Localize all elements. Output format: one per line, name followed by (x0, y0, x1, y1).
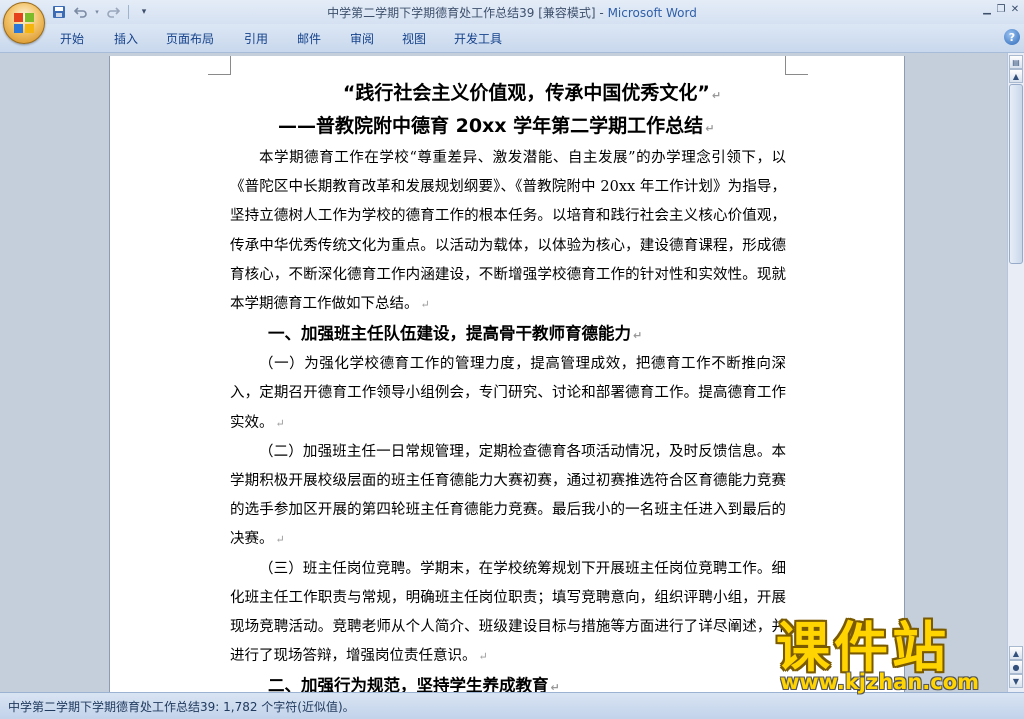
watermark-title: 课件站 (776, 616, 950, 679)
section-heading-2: 二、加强行为规范，坚持学生养成教育 ↵ (268, 676, 560, 692)
tab-references[interactable]: 引用 (244, 30, 268, 47)
status-word-count[interactable]: 中学第二学期下学期德育处工作总结39: 1,782 个字符(近似值)。 (8, 698, 355, 715)
ribbon-tab-bar: 开始 插入 页面布局 引用 邮件 审阅 视图 开发工具 ? (0, 24, 1024, 53)
close-icon[interactable]: ✕ (1008, 2, 1022, 16)
window-title: 中学第二学期下学期德育处工作总结39 [兼容模式] - Microsoft Wo… (0, 4, 1024, 21)
document-title-line1: “践行社会主义价值观，传承中国优秀文化” ↵ (342, 82, 722, 104)
tab-view[interactable]: 视图 (402, 30, 426, 47)
watermark-url: www.kjzhan.com (780, 670, 980, 694)
tab-review[interactable]: 审阅 (350, 30, 374, 47)
document-area: “践行社会主义价值观，传承中国优秀文化” ↵ ——普教院附中德育 20xx 学年第… (0, 53, 1008, 692)
browse-object-icon[interactable]: ● (1009, 660, 1023, 674)
crop-mark-top-left (208, 56, 231, 75)
document-title: 中学第二学期下学期德育处工作总结39 [兼容模式] - (327, 6, 608, 20)
paragraph-intro: 本学期德育工作在学校“尊重差异、激发潜能、自主发展”的办学理念引领下，以《普陀区… (230, 150, 786, 313)
office-button[interactable] (3, 2, 45, 44)
scroll-up-icon[interactable]: ▲ (1009, 69, 1023, 83)
window-controls: ▁ ❐ ✕ (980, 2, 1022, 16)
ruler-toggle-icon[interactable]: ▤ (1009, 55, 1023, 69)
scrollbar-thumb[interactable] (1009, 84, 1023, 264)
paragraph-2: （二）加强班主任一日常规管理，定期检查德育各项活动情况，及时反馈信息。本学期积极… (230, 443, 786, 548)
crop-mark-top-right (785, 56, 808, 75)
tab-home[interactable]: 开始 (60, 30, 84, 47)
scroll-down-icon[interactable]: ▼ (1009, 674, 1023, 688)
title-bar: ▾ ▾ 中学第二学期下学期德育处工作总结39 [兼容模式] - Microsof… (0, 0, 1024, 24)
site-watermark: 课件站 www.kjzhan.com (776, 618, 1008, 696)
tab-insert[interactable]: 插入 (114, 30, 138, 47)
tab-developer[interactable]: 开发工具 (454, 30, 502, 47)
office-button-icon (14, 13, 34, 33)
document-title-line2: ——普教院附中德育 20xx 学年第二学期工作总结 ↵ (278, 115, 715, 137)
paragraph-1: （一）为强化学校德育工作的管理力度，提高管理成效，把德育工作不断推向深入，定期召… (230, 356, 786, 431)
document-page[interactable]: “践行社会主义价值观，传承中国优秀文化” ↵ ——普教院附中德育 20xx 学年第… (110, 56, 904, 692)
paragraph-3: （三）班主任岗位竞聘。学期末，在学校统筹规划下开展班主任岗位竞聘工作。细化班主任… (230, 560, 786, 665)
tab-mailings[interactable]: 邮件 (297, 30, 321, 47)
status-bar: 中学第二学期下学期德育处工作总结39: 1,782 个字符(近似值)。 (0, 692, 1024, 719)
previous-page-icon[interactable]: ▲ (1009, 646, 1023, 660)
tab-page-layout[interactable]: 页面布局 (166, 30, 214, 47)
restore-icon[interactable]: ❐ (994, 2, 1008, 16)
document-body[interactable]: “践行社会主义价值观，传承中国优秀文化” ↵ ——普教院附中德育 20xx 学年第… (230, 78, 786, 692)
vertical-scrollbar[interactable]: ▤ ▲ ▲ ● ▼ (1007, 53, 1024, 692)
help-icon[interactable]: ? (1004, 29, 1020, 45)
section-heading-1: 一、加强班主任队伍建设，提高骨干教师育德能力 ↵ (268, 324, 643, 344)
minimize-icon[interactable]: ▁ (980, 2, 994, 16)
app-name: Microsoft Word (607, 6, 697, 20)
